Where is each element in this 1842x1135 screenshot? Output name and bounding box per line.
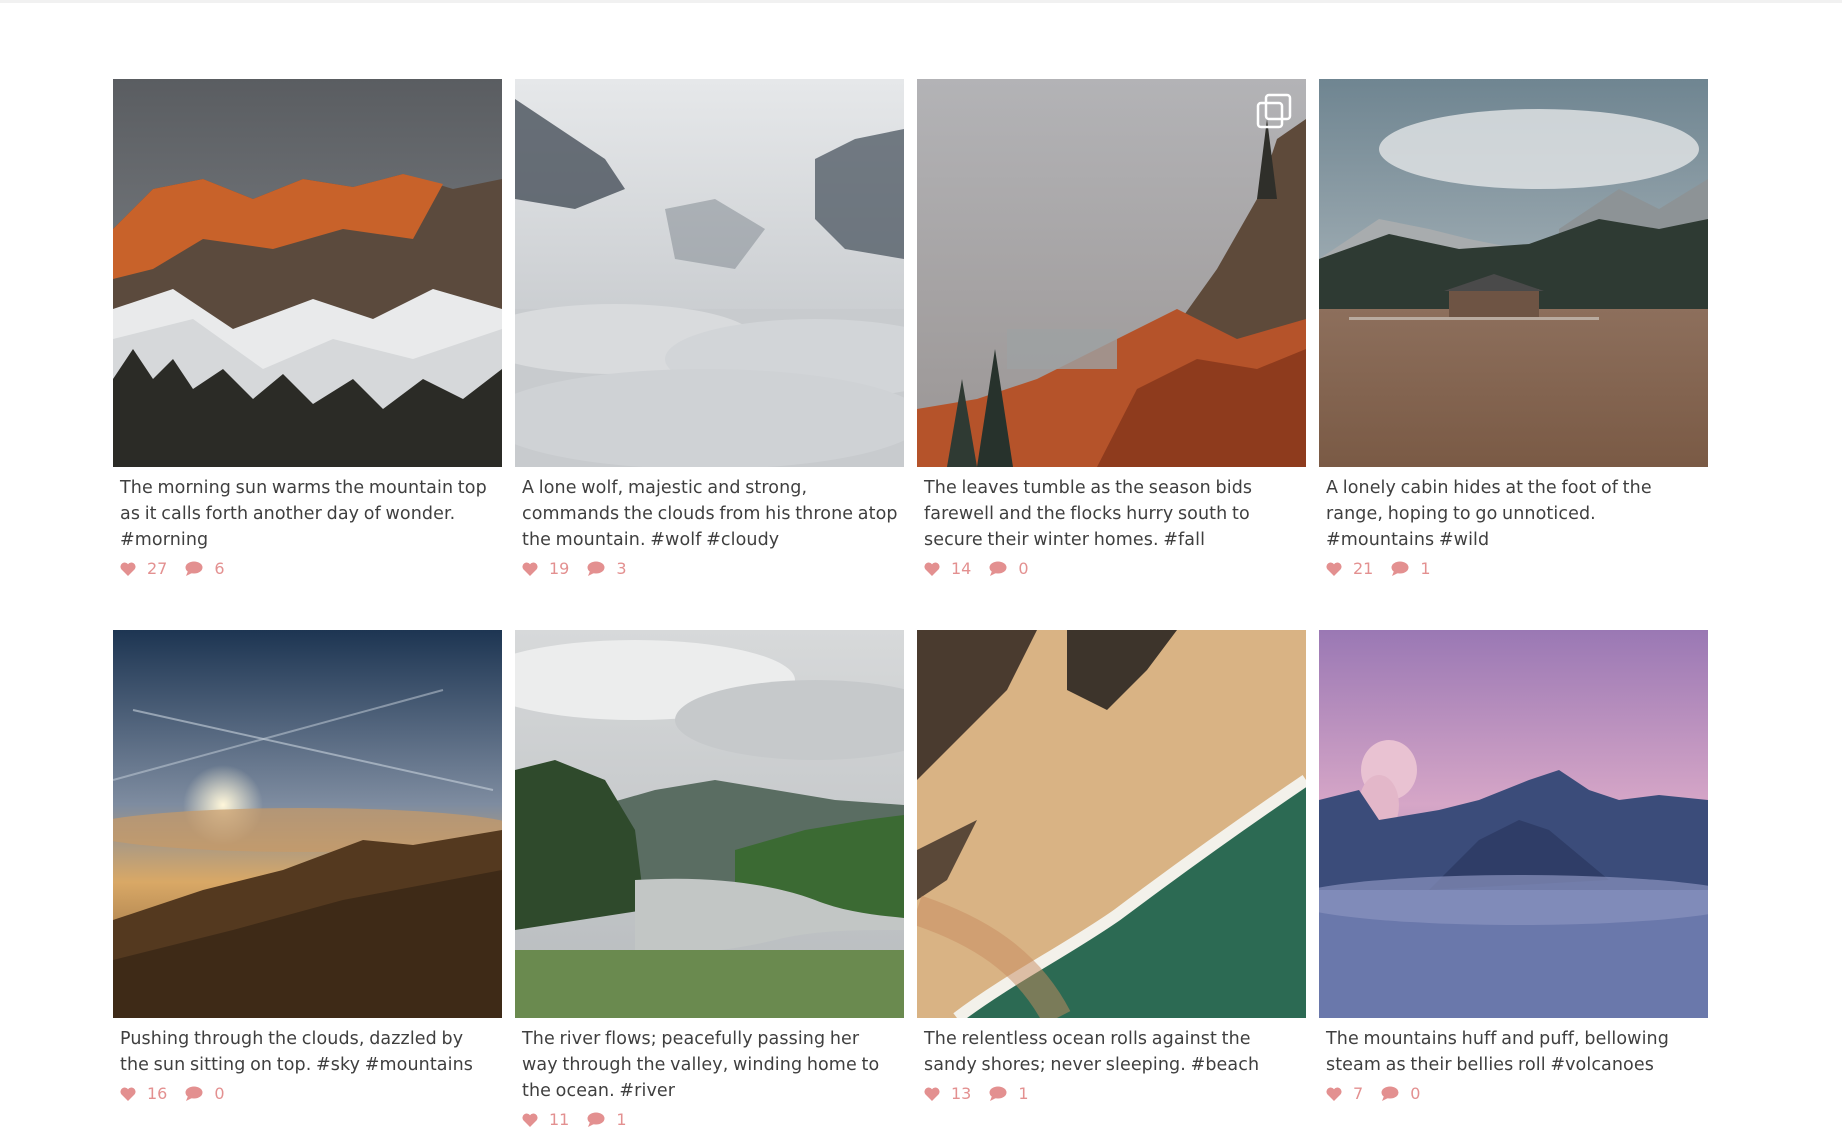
comment-count-value: 0 — [214, 1084, 225, 1103]
post-card[interactable]: The relentless ocean rolls against the s… — [917, 630, 1306, 1129]
heart-icon — [522, 562, 538, 576]
post-card[interactable]: The mountains huff and puff, bellowing s… — [1319, 630, 1708, 1129]
post-card[interactable]: The leaves tumble as the season bids far… — [917, 79, 1306, 578]
comment-count[interactable]: 1 — [989, 1084, 1029, 1103]
post-photo[interactable] — [917, 79, 1306, 467]
comment-icon — [185, 561, 203, 576]
like-count[interactable]: 21 — [1326, 559, 1373, 578]
river-valley-image — [515, 630, 904, 1018]
post-stats: 16 0 — [113, 1078, 502, 1103]
volcano-image — [1319, 630, 1708, 1018]
heart-icon — [1326, 1087, 1342, 1101]
post-stats: 27 6 — [113, 553, 502, 578]
comment-count[interactable]: 0 — [989, 559, 1029, 578]
grid-row: The morning sun warms the mountain top a… — [113, 79, 1708, 578]
like-count-value: 14 — [951, 559, 972, 578]
mountain-sunrise-image — [113, 79, 502, 467]
aerial-beach-image — [917, 630, 1306, 1018]
comment-count-value: 1 — [616, 1110, 627, 1129]
heart-icon — [522, 1113, 538, 1127]
multiple-images-icon — [1256, 93, 1292, 129]
autumn-fog-image — [917, 79, 1306, 467]
comment-count[interactable]: 6 — [185, 559, 225, 578]
post-photo[interactable] — [1319, 630, 1708, 1018]
heart-icon — [924, 1087, 940, 1101]
like-count[interactable]: 7 — [1326, 1084, 1363, 1103]
comment-count-value: 1 — [1018, 1084, 1029, 1103]
post-caption: A lone wolf, majestic and strong, comman… — [522, 478, 898, 550]
post-card[interactable]: The river flows; peacefully passing her … — [515, 630, 904, 1129]
post-stats: 13 1 — [917, 1078, 1306, 1103]
post-photo[interactable] — [1319, 79, 1708, 467]
comment-count-value: 3 — [616, 559, 627, 578]
comment-count-value: 6 — [214, 559, 225, 578]
like-count[interactable]: 16 — [120, 1084, 167, 1103]
post-card[interactable]: Pushing through the clouds, dazzled by t… — [113, 630, 502, 1129]
comment-icon — [1381, 1086, 1399, 1101]
grid-row: Pushing through the clouds, dazzled by t… — [113, 630, 1708, 1129]
post-card[interactable]: A lonely cabin hides at the foot of the … — [1319, 79, 1708, 578]
post-photo[interactable] — [917, 630, 1306, 1018]
comment-count[interactable]: 1 — [587, 1110, 627, 1129]
post-stats: 21 1 — [1319, 553, 1708, 578]
like-count-value: 21 — [1353, 559, 1374, 578]
like-count-value: 16 — [147, 1084, 168, 1103]
post-card[interactable]: A lone wolf, majestic and strong, comman… — [515, 79, 904, 578]
post-caption: The mountains huff and puff, bellowing s… — [1326, 1029, 1669, 1075]
like-count-value: 11 — [549, 1110, 570, 1129]
heart-icon — [120, 562, 136, 576]
comment-count[interactable]: 0 — [185, 1084, 225, 1103]
post-photo[interactable] — [113, 79, 502, 467]
like-count[interactable]: 14 — [924, 559, 971, 578]
misty-clouds-image — [515, 79, 904, 467]
post-stats: 14 0 — [917, 553, 1306, 578]
comment-count-value: 0 — [1410, 1084, 1421, 1103]
post-caption: The relentless ocean rolls against the s… — [924, 1029, 1260, 1075]
comment-count-value: 0 — [1018, 559, 1029, 578]
comment-count[interactable]: 3 — [587, 559, 627, 578]
post-caption: Pushing through the clouds, dazzled by t… — [120, 1029, 474, 1075]
like-count-value: 7 — [1353, 1084, 1364, 1103]
post-photo[interactable] — [515, 79, 904, 467]
post-stats: 11 1 — [515, 1104, 904, 1129]
comment-icon — [989, 561, 1007, 576]
comment-count[interactable]: 0 — [1381, 1084, 1420, 1103]
comment-icon — [587, 1112, 605, 1127]
post-caption: The morning sun warms the mountain top a… — [120, 478, 487, 550]
top-divider — [0, 0, 1842, 3]
post-card[interactable]: The morning sun warms the mountain top a… — [113, 79, 502, 578]
like-count[interactable]: 13 — [924, 1084, 971, 1103]
heart-icon — [120, 1087, 136, 1101]
like-count[interactable]: 27 — [120, 559, 167, 578]
post-stats: 19 3 — [515, 553, 904, 578]
post-caption: The leaves tumble as the season bids far… — [924, 478, 1253, 550]
post-photo[interactable] — [515, 630, 904, 1018]
like-count-value: 19 — [549, 559, 570, 578]
heart-icon — [1326, 562, 1342, 576]
sun-above-clouds-image — [113, 630, 502, 1018]
post-stats: 7 0 — [1319, 1078, 1708, 1103]
post-photo[interactable] — [113, 630, 502, 1018]
like-count-value: 13 — [951, 1084, 972, 1103]
comment-icon — [185, 1086, 203, 1101]
photo-grid: The morning sun warms the mountain top a… — [113, 79, 1708, 1129]
like-count[interactable]: 19 — [522, 559, 569, 578]
like-count-value: 27 — [147, 559, 168, 578]
comment-icon — [587, 561, 605, 576]
like-count[interactable]: 11 — [522, 1110, 569, 1129]
post-caption: The river flows; peacefully passing her … — [522, 1029, 880, 1101]
post-caption: A lonely cabin hides at the foot of the … — [1326, 478, 1652, 550]
heart-icon — [924, 562, 940, 576]
comment-icon — [989, 1086, 1007, 1101]
comment-icon — [1391, 561, 1409, 576]
mountain-cabin-image — [1319, 79, 1708, 467]
comment-count-value: 1 — [1420, 559, 1431, 578]
comment-count[interactable]: 1 — [1391, 559, 1431, 578]
